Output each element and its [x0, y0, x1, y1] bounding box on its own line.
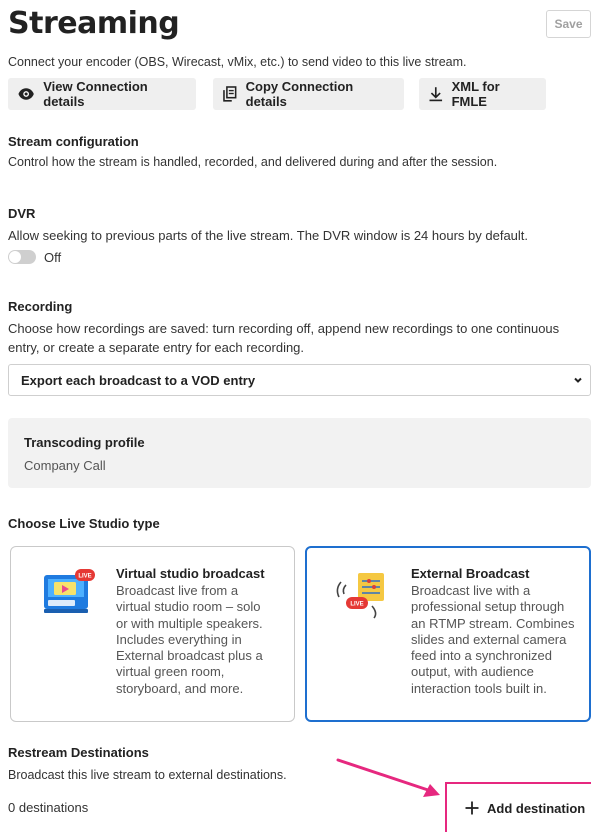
toggle-knob	[9, 251, 21, 263]
live-badge-text: LIVE	[350, 602, 363, 608]
download-icon	[429, 87, 443, 102]
virtual-studio-description: Broadcast live from a virtual studio roo…	[116, 583, 263, 696]
recording-selected-value: Export each broadcast to a VOD entry	[21, 372, 256, 388]
xml-fmle-button[interactable]: XML for FMLE	[419, 78, 546, 110]
page-title: Streaming	[8, 6, 180, 41]
virtual-studio-title: Virtual studio broadcast	[116, 566, 265, 581]
external-broadcast-description: Broadcast live with a professional setup…	[411, 583, 575, 696]
external-broadcast-card[interactable]: LIVE External Broadcast Broadcast live w…	[305, 546, 591, 722]
eye-icon	[18, 88, 34, 100]
dvr-toggle[interactable]	[8, 250, 36, 264]
transcoding-title: Transcoding profile	[24, 435, 145, 450]
stream-config-title: Stream configuration	[8, 134, 139, 149]
virtual-studio-card[interactable]: LIVE Virtual studio broadcast Broadcast …	[10, 546, 295, 722]
destinations-count: 0 destinations	[8, 800, 89, 815]
copy-icon	[223, 86, 237, 102]
chevron-down-icon	[574, 377, 582, 383]
copy-connection-details-label: Copy Connection details	[245, 79, 354, 109]
virtual-studio-icon: LIVE	[44, 569, 95, 613]
add-destination-label: Add destination	[487, 800, 586, 816]
annotation-arrow	[336, 758, 440, 797]
transcoding-panel: Transcoding profile Company Call	[8, 418, 591, 488]
dvr-title: DVR	[8, 206, 36, 221]
stream-config-description: Control how the stream is handled, recor…	[8, 155, 498, 169]
connection-description: Connect your encoder (OBS, Wirecast, vMi…	[8, 55, 467, 69]
live-badge-text: LIVE	[78, 574, 91, 580]
recording-description-line1: Choose how recordings are saved: turn re…	[8, 321, 560, 336]
external-broadcast-title: External Broadcast	[411, 566, 530, 581]
external-broadcast-icon: LIVE	[336, 573, 384, 619]
plus-icon	[465, 801, 479, 815]
add-destination-button[interactable]: Add destination	[445, 782, 591, 832]
save-button[interactable]: Save	[546, 10, 591, 38]
copy-connection-details-button[interactable]: Copy Connection details	[213, 78, 404, 110]
dvr-description: Allow seeking to previous parts of the l…	[8, 228, 529, 243]
studio-type-title: Choose Live Studio type	[8, 516, 160, 531]
xml-fmle-label: XML for FMLE	[451, 79, 500, 109]
restream-description: Broadcast this live stream to external d…	[8, 768, 287, 782]
dvr-toggle-label: Off	[44, 250, 62, 265]
transcoding-value: Company Call	[24, 458, 106, 473]
recording-title: Recording	[8, 299, 73, 314]
restream-title: Restream Destinations	[8, 745, 149, 760]
recording-description-line2: entry, or create a separate entry for ea…	[8, 340, 305, 355]
view-connection-details-button[interactable]: View Connection details	[8, 78, 196, 110]
view-connection-details-label: View Connection details	[43, 79, 148, 109]
recording-select[interactable]: Export each broadcast to a VOD entry	[8, 364, 591, 396]
